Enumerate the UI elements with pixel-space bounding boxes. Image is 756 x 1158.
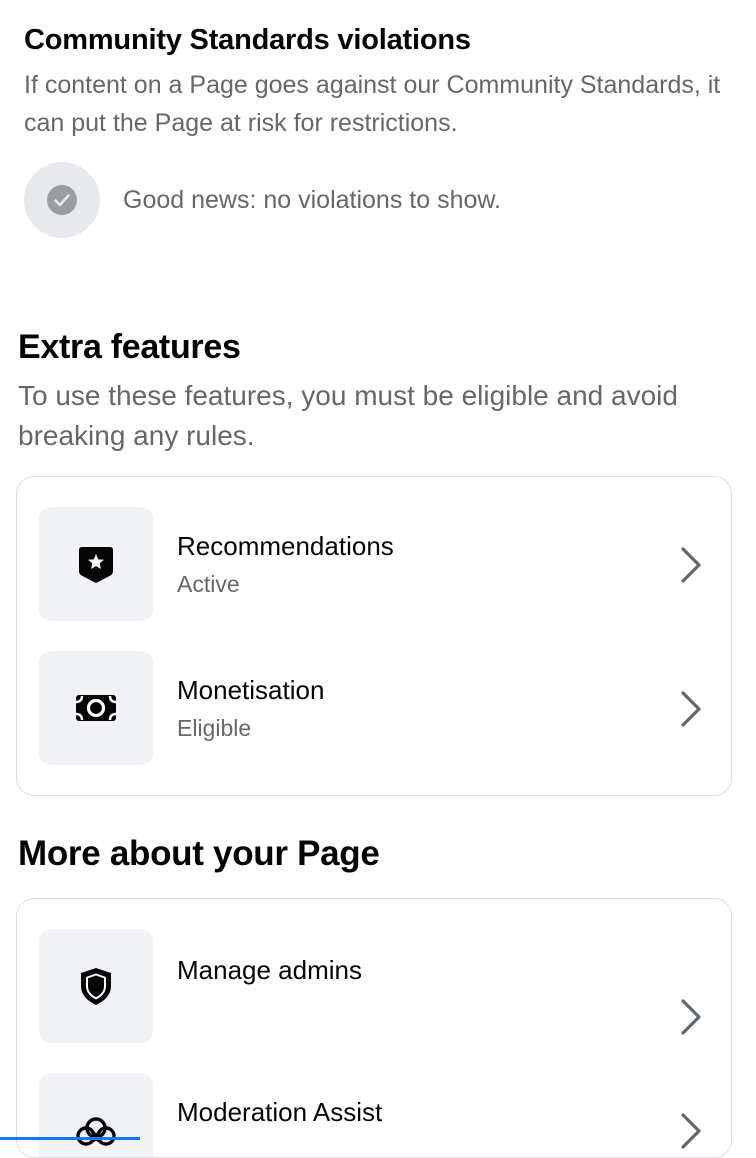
- manage-admins-row[interactable]: Manage admins: [17, 929, 731, 1045]
- check-circle-icon: [24, 162, 100, 238]
- recommendations-row[interactable]: Recommendations Active: [17, 507, 731, 623]
- monetisation-label: Monetisation: [177, 675, 325, 705]
- moderation-assist-icon: [76, 1117, 116, 1146]
- violations-status-text: Good news: no violations to show.: [123, 185, 502, 214]
- extra-features-card: Recommendations Active Monetisation Elig…: [16, 476, 732, 796]
- chevron-right-icon: [679, 997, 703, 1037]
- manage-admins-label: Manage admins: [177, 955, 362, 985]
- icon-tile: [39, 1073, 153, 1157]
- community-standards-title: Community Standards violations: [24, 24, 471, 56]
- icon-tile: [39, 507, 153, 621]
- chevron-right-icon: [679, 689, 703, 729]
- icon-tile: [39, 651, 153, 765]
- extra-features-description: To use these features, you must be eligi…: [18, 380, 678, 451]
- chevron-right-icon: [679, 1111, 703, 1151]
- recommendations-status: Active: [177, 571, 240, 597]
- monetisation-status: Eligible: [177, 715, 252, 741]
- more-about-page-card: Manage admins Moderation Assist: [16, 898, 732, 1158]
- moderation-assist-row[interactable]: Moderation Assist: [17, 1073, 731, 1157]
- chevron-right-icon: [679, 545, 703, 585]
- more-about-page-title: More about your Page: [18, 834, 380, 873]
- icon-tile: [39, 929, 153, 1043]
- shield-star-icon: [79, 547, 113, 583]
- money-icon: [75, 695, 117, 721]
- monetisation-row[interactable]: Monetisation Eligible: [17, 651, 731, 767]
- shield-icon: [81, 968, 111, 1005]
- extra-features-title: Extra features: [18, 328, 241, 366]
- moderation-assist-label: Moderation Assist: [177, 1097, 383, 1127]
- recommendations-label: Recommendations: [177, 531, 394, 561]
- community-standards-description: If content on a Page goes against our Co…: [24, 71, 721, 137]
- violations-status-row: Good news: no violations to show.: [24, 162, 501, 238]
- bottom-tab-indicator: [0, 1137, 140, 1140]
- page-quality-screen: Community Standards violations If conten…: [0, 0, 756, 1158]
